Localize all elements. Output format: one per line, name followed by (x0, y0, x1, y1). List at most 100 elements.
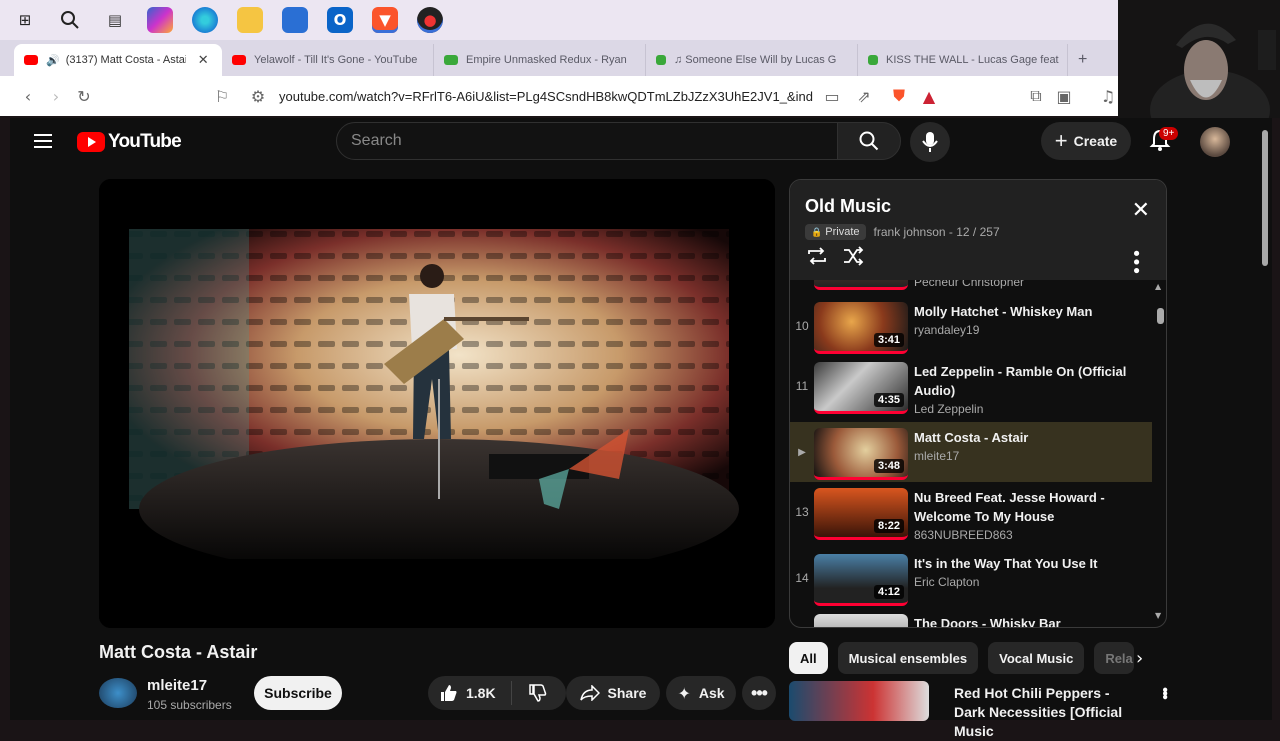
loop-icon[interactable] (806, 246, 828, 266)
edge-icon[interactable] (192, 7, 218, 33)
share-button[interactable]: Share (566, 676, 660, 710)
youtube-favicon-icon (232, 55, 246, 65)
dislike-button[interactable] (512, 684, 564, 702)
item-index: 11 (795, 379, 809, 393)
video-thumbnail: 3:41 (814, 302, 908, 354)
microphone-icon (922, 132, 938, 152)
recommended-video[interactable]: Red Hot Chili Peppers - Dark Necessities… (789, 681, 1173, 739)
playlist-title[interactable]: Old Music (805, 196, 1150, 217)
item-index: 10 (795, 319, 809, 333)
like-dislike-group: 1.8K (428, 676, 566, 710)
site-info-icon[interactable]: ⚙ (244, 87, 272, 106)
page-scrollbar[interactable] (1262, 130, 1268, 266)
shuffle-icon[interactable] (842, 246, 864, 266)
outlook-icon[interactable]: O (327, 7, 353, 33)
chip-musical-ensembles[interactable]: Musical ensembles (837, 642, 979, 674)
item-title: Nu Breed Feat. Jesse Howard - Welcome To… (914, 490, 1105, 524)
playlist-item[interactable]: The Doors - Whisky Bar (790, 608, 1152, 628)
channel-avatar[interactable] (99, 678, 137, 708)
brave-icon[interactable]: ▼ (372, 7, 398, 33)
partial-item[interactable]: Pecheur Christopher (790, 280, 1152, 290)
search-input[interactable]: Search (336, 122, 838, 160)
file-explorer-icon[interactable] (237, 7, 263, 33)
copilot-icon[interactable] (147, 7, 173, 33)
media-icon[interactable]: ♫ (1094, 87, 1122, 106)
menu-icon[interactable] (34, 134, 52, 148)
playlist-item[interactable]: 10 3:41 Molly Hatchet - Whiskey Man ryan… (790, 296, 1152, 356)
video-thumbnail (789, 681, 929, 721)
playlist-item[interactable]: 14 4:12 It's in the Way That You Use It … (790, 548, 1152, 608)
now-playing-icon: ▶ (798, 446, 806, 458)
playlist-menu-icon[interactable]: ••• (1125, 248, 1146, 274)
duration-badge: 4:35 (873, 393, 904, 407)
chips-next-icon[interactable]: › (1136, 648, 1143, 669)
voice-search-button[interactable] (910, 122, 950, 162)
item-channel: ryandaley19 (914, 323, 980, 337)
windows-start-icon[interactable]: ⊞ (12, 7, 38, 33)
ask-button[interactable]: ✦ Ask (666, 676, 736, 710)
account-avatar[interactable] (1200, 127, 1230, 157)
cast-icon[interactable]: ▭ (818, 87, 846, 106)
item-channel: Led Zeppelin (914, 402, 984, 416)
brave-rewards-icon[interactable]: ▲ (915, 87, 943, 106)
recommended-menu-icon[interactable]: ••• (1155, 687, 1173, 698)
youtube-logo[interactable]: YouTube (77, 131, 182, 153)
create-label: Create (1073, 133, 1118, 149)
more-actions-button[interactable]: ••• (742, 676, 776, 710)
privacy-label: Private (825, 226, 860, 238)
scroll-up-icon[interactable]: ▲ (1155, 282, 1161, 291)
extensions-icon[interactable]: ⧉ (1022, 86, 1050, 106)
notification-badge: 9+ (1159, 127, 1179, 140)
scroll-down-icon[interactable]: ▼ (1155, 611, 1161, 620)
item-index: 13 (795, 505, 809, 519)
tab-someone-else[interactable]: ♫ Someone Else Will by Lucas G (646, 44, 858, 76)
chip-all[interactable]: All (789, 642, 828, 674)
video-thumbnail (814, 614, 908, 627)
tab-yelawolf[interactable]: Yelawolf - Till It's Gone - YouTube (222, 44, 434, 76)
tab-kiss-the-wall[interactable]: KISS THE WALL - Lucas Gage feat (858, 44, 1068, 76)
playlist-item-current[interactable]: ▶ 3:48 Matt Costa - Astair mleite17 (790, 422, 1152, 482)
search-icon (859, 131, 879, 151)
share-page-icon[interactable]: ⇗ (850, 87, 878, 106)
close-playlist-icon[interactable]: ✕ (1132, 198, 1150, 223)
store-icon[interactable] (282, 7, 308, 33)
forward-icon[interactable]: › (42, 87, 70, 106)
video-player[interactable] (99, 179, 775, 628)
reload-icon[interactable]: ↻ (70, 87, 98, 106)
task-view-icon[interactable]: ▤ (102, 7, 128, 33)
item-index (790, 608, 814, 627)
sidebar-icon[interactable]: ▣ (1050, 87, 1078, 106)
item-channel: Eric Clapton (914, 575, 980, 589)
app-icon[interactable]: ● (417, 7, 443, 33)
tab-label: Yelawolf - Till It's Gone - YouTube (254, 54, 418, 66)
new-tab-button[interactable]: + (1068, 44, 1097, 76)
playlist-owner-position[interactable]: frank johnson - 12 / 257 (874, 225, 1000, 239)
playlist-item[interactable]: 13 8:22 Nu Breed Feat. Jesse Howard - We… (790, 482, 1152, 542)
tab-close-icon[interactable]: ✕ (198, 52, 209, 68)
back-icon[interactable]: ‹ (14, 87, 42, 106)
brave-shields-icon[interactable]: ⛊ (885, 86, 913, 106)
search-button[interactable] (837, 122, 901, 160)
create-button[interactable]: + Create (1041, 122, 1131, 160)
channel-name[interactable]: mleite17 (147, 677, 207, 694)
scroll-thumb[interactable] (1157, 308, 1164, 324)
like-button[interactable]: 1.8K (428, 681, 512, 705)
video-thumbnail: 4:12 (814, 554, 908, 606)
tab-empire-unmasked[interactable]: Empire Unmasked Redux - Ryan (434, 44, 646, 76)
item-title: The Doors - Whisky Bar (914, 616, 1061, 628)
chip-vocal-music[interactable]: Vocal Music (988, 642, 1085, 674)
playlist-scrollbar[interactable]: ▲ ▼ (1155, 282, 1164, 622)
video-title: Matt Costa - Astair (99, 642, 258, 662)
video-thumbnail (814, 280, 908, 290)
item-index: 14 (795, 571, 809, 585)
tab-matt-costa[interactable]: 🔊 (3137) Matt Costa - Astair ✕ (14, 44, 222, 76)
chip-related[interactable]: Rela (1094, 642, 1135, 674)
bookmark-icon[interactable]: ⚐ (208, 87, 236, 106)
playlist-item[interactable]: 11 4:35 Led Zeppelin - Ramble On (Offici… (790, 356, 1152, 416)
search-icon[interactable] (57, 7, 83, 33)
site-favicon-icon (868, 55, 878, 65)
subscribe-button[interactable]: Subscribe (254, 676, 342, 710)
ask-label: Ask (698, 685, 725, 701)
url-field[interactable]: youtube.com/watch?v=RFrlT6-A6iU&list=PLg… (279, 89, 814, 104)
duration-badge: 3:48 (873, 459, 904, 473)
